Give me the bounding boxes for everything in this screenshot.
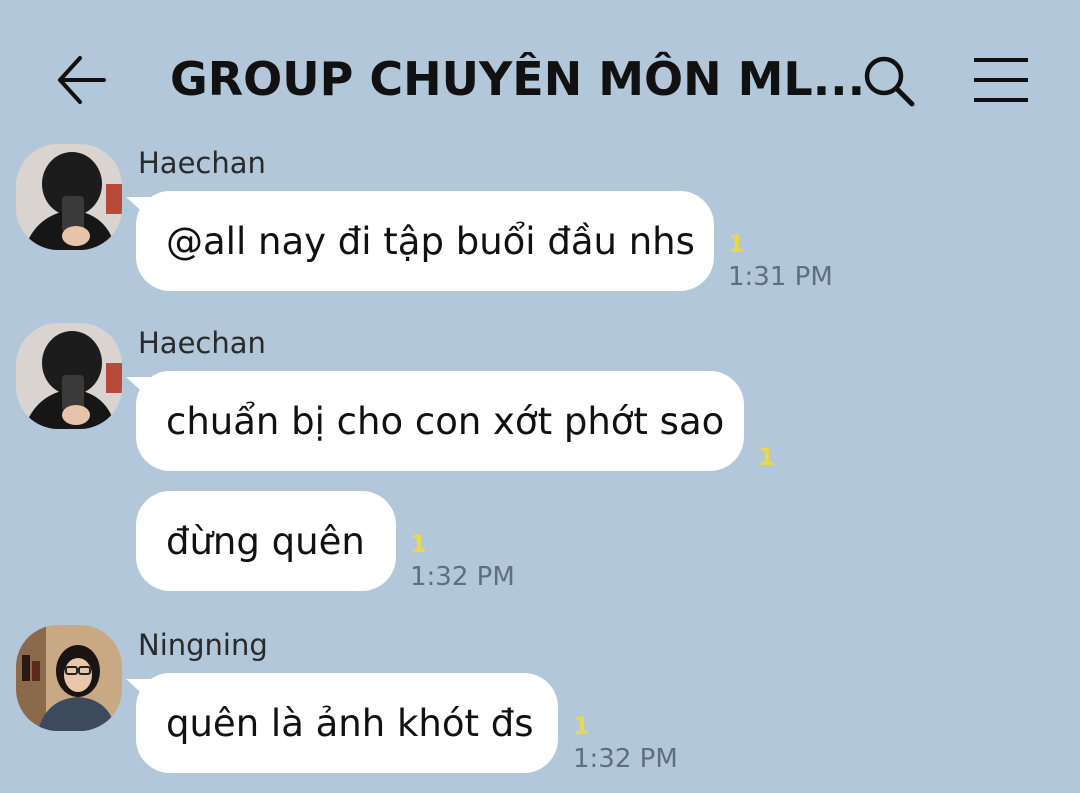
sender-name: Ningning: [138, 628, 268, 662]
user-avatar-photo-icon: [16, 144, 122, 250]
search-icon: [864, 56, 915, 107]
sender-name: Haechan: [138, 326, 266, 360]
message-bubble[interactable]: quên là ảnh khót đs: [126, 673, 558, 773]
message-time: 1:32 PM: [573, 744, 678, 774]
hamburger-menu-icon: [974, 58, 1028, 102]
unread-count: 1: [758, 443, 775, 471]
back-button[interactable]: [52, 52, 112, 108]
search-button[interactable]: [860, 52, 920, 112]
message-time: 1:31 PM: [728, 262, 833, 292]
message-text: quên là ảnh khót đs: [166, 701, 534, 745]
chat-title: GROUP CHUYÊN MÔN ML...: [170, 52, 866, 106]
avatar[interactable]: [16, 625, 122, 731]
sender-name: Haechan: [138, 146, 266, 176]
arrow-left-icon: [58, 56, 106, 104]
avatar[interactable]: [16, 323, 122, 429]
user-avatar-photo-icon: [16, 625, 122, 731]
unread-count: 1: [573, 712, 590, 740]
unread-count: 1: [728, 230, 745, 258]
message-text: đừng quên: [166, 519, 365, 563]
avatar[interactable]: [16, 144, 122, 250]
message-bubble[interactable]: chuẩn bị cho con xớt phớt sao: [126, 371, 744, 471]
user-avatar-photo-icon: [16, 323, 122, 429]
menu-button[interactable]: [970, 54, 1032, 106]
message-time: 1:32 PM: [410, 562, 515, 592]
message-bubble[interactable]: @all nay đi tập buổi đầu nhs: [126, 191, 714, 291]
message-text: @all nay đi tập buổi đầu nhs: [166, 219, 695, 263]
chat-header: GROUP CHUYÊN MÔN ML...: [0, 0, 1080, 160]
message-text: chuẩn bị cho con xớt phớt sao: [166, 399, 725, 443]
unread-count: 1: [410, 530, 427, 558]
message-bubble[interactable]: đừng quên: [136, 491, 396, 591]
